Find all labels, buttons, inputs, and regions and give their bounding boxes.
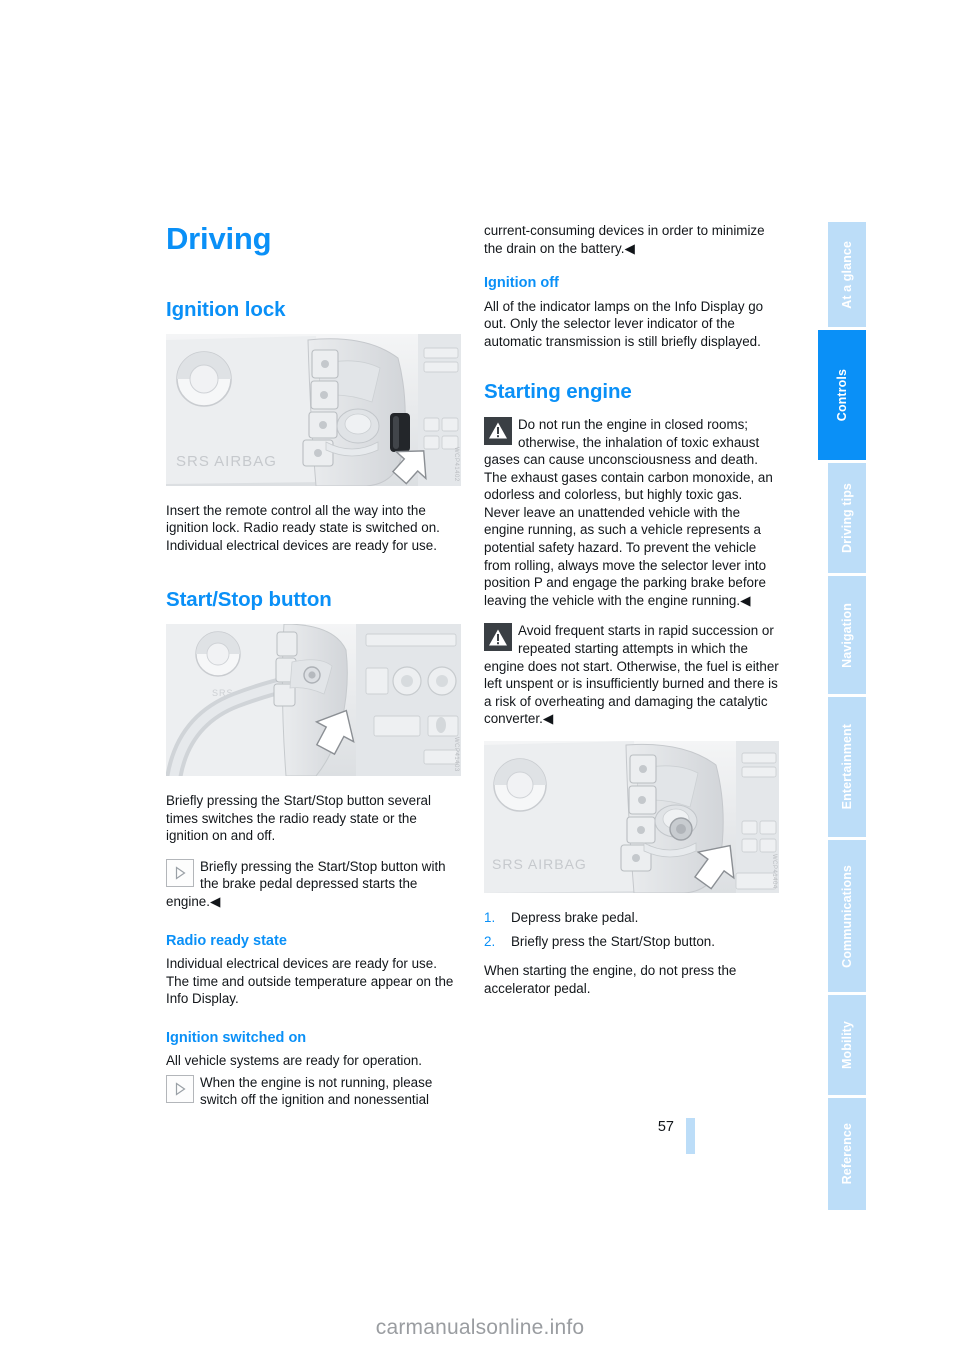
heading-ignition-lock: Ignition lock — [166, 298, 286, 322]
warning-text: Do not run the engine in closed rooms; o… — [484, 416, 773, 608]
step-number: 1. — [484, 910, 496, 926]
heading-ignition-off: Ignition off — [484, 275, 559, 292]
note-end-mark: ◀ — [624, 240, 635, 256]
sidebar-tab-label: Driving tips — [840, 483, 854, 553]
photo-start-engine: SRS AIRBAG WCP41404 — [484, 741, 779, 894]
ignition-lock-illustration: SRS AIRBAG — [166, 333, 461, 486]
paragraph-start-stop: Briefly pressing the Start/Stop button s… — [166, 793, 431, 844]
note-start-stop-brake: Briefly pressing the Start/Stop button w… — [166, 858, 461, 911]
heading-ignition-switched-on: Ignition switched on — [166, 1029, 307, 1046]
note-text: Briefly pressing the Start/Stop button w… — [166, 858, 446, 909]
page-number: 57 — [657, 1119, 674, 1135]
manual-page: At a glance Controls Driving tips Navigatio… — [0, 0, 960, 1358]
heading-start-stop-button: Start/Stop button — [166, 588, 332, 612]
paragraph-ignition-lock: Insert the remote control all the way in… — [166, 502, 440, 553]
heading-radio-ready-state: Radio ready state — [166, 932, 287, 949]
warning-text: Avoid frequent starts in rapid successio… — [484, 623, 779, 727]
photo-reference-code: WCP41404 — [771, 854, 777, 890]
sidebar-tab-mobility[interactable]: Mobility — [828, 995, 866, 1095]
paragraph-ignition-off: All of the indicator lamps on the Info D… — [484, 298, 764, 349]
page-title: Driving — [166, 221, 272, 256]
step-text: Briefly press the Start/Stop button. — [511, 933, 715, 949]
sidebar-tab-label: Reference — [840, 1123, 854, 1185]
sidebar-tab-navigation[interactable]: Navigation — [828, 576, 866, 694]
paragraph-ignition-switched-on: All vehicle systems are ready for operat… — [166, 1053, 423, 1069]
paragraph-accelerator-note: When starting the engine, do not press t… — [484, 963, 737, 996]
note-end-mark: ◀ — [542, 711, 554, 727]
note-end-mark: ◀ — [209, 893, 221, 909]
page-number-bar — [686, 1118, 695, 1154]
step-item: 2. Briefly press the Start/Stop button. — [484, 933, 779, 951]
site-watermark: carmanualsonline.info — [375, 1316, 585, 1339]
note-text: When the engine is not running, please s… — [200, 1074, 433, 1108]
svg-text:SRS AIRBAG: SRS AIRBAG — [176, 453, 277, 470]
sidebar-tab-label: Navigation — [840, 602, 854, 668]
sidebar-tab-controls[interactable]: Controls — [818, 330, 866, 460]
paragraph-note-continued: current-consuming devices in order to mi… — [484, 222, 779, 257]
start-stop-button-illustration: SRS — [166, 624, 461, 776]
right-text-column: current-consuming devices in order to mi… — [484, 222, 779, 1010]
left-text-column: Driving Ignition lock SRS AIRBAG WCP4140… — [166, 221, 461, 1122]
sidebar-tab-label: Controls — [835, 368, 849, 422]
note-end-mark: ◀ — [740, 592, 751, 608]
sidebar-tab-reference[interactable]: Reference — [828, 1098, 866, 1210]
photo-start-stop-button: SRS WCP41403 — [166, 624, 461, 776]
info-play-icon — [166, 858, 194, 887]
step-number: 2. — [484, 933, 496, 949]
photo-reference-code: WCP41403 — [453, 737, 459, 772]
photo-reference-code: WCP41402 — [453, 446, 459, 482]
sidebar-tab-label: Entertainment — [840, 724, 854, 810]
info-play-icon — [166, 1074, 194, 1103]
sidebar-tab-label: At a glance — [840, 240, 854, 309]
start-engine-steps: 1. Depress brake pedal. 2. Briefly press… — [484, 909, 779, 950]
paragraph-radio-ready-state: Individual electrical devices are ready … — [166, 955, 454, 1007]
sidebar-tab-communications[interactable]: Communications — [828, 840, 866, 992]
warning-triangle-icon — [484, 623, 512, 652]
step-text: Depress brake pedal. — [511, 910, 639, 926]
sidebar-tab-label: Mobility — [840, 1020, 854, 1070]
note-ignition-off-nonessential: When the engine is not running, please s… — [166, 1074, 461, 1109]
sidebar-tab-entertainment[interactable]: Entertainment — [828, 697, 866, 837]
sidebar-tab-driving-tips[interactable]: Driving tips — [828, 463, 866, 573]
start-engine-illustration: SRS AIRBAG — [484, 741, 779, 894]
warning-frequent-starts: Avoid frequent starts in rapid successio… — [484, 622, 779, 728]
warning-closed-rooms: Do not run the engine in closed rooms; o… — [484, 416, 779, 610]
step-item: 1. Depress brake pedal. — [484, 909, 779, 927]
photo-ignition-lock: SRS AIRBAG WCP41402 — [166, 333, 461, 486]
heading-starting-engine: Starting engine — [484, 380, 632, 404]
warning-triangle-icon — [484, 416, 512, 445]
sidebar-tab-at-a-glance[interactable]: At a glance — [828, 222, 866, 327]
sidebar-tab-label: Communications — [840, 864, 854, 968]
svg-text:SRS AIRBAG: SRS AIRBAG — [492, 856, 587, 872]
section-tab-rail: At a glance Controls Driving tips Navigatio… — [818, 222, 866, 1210]
